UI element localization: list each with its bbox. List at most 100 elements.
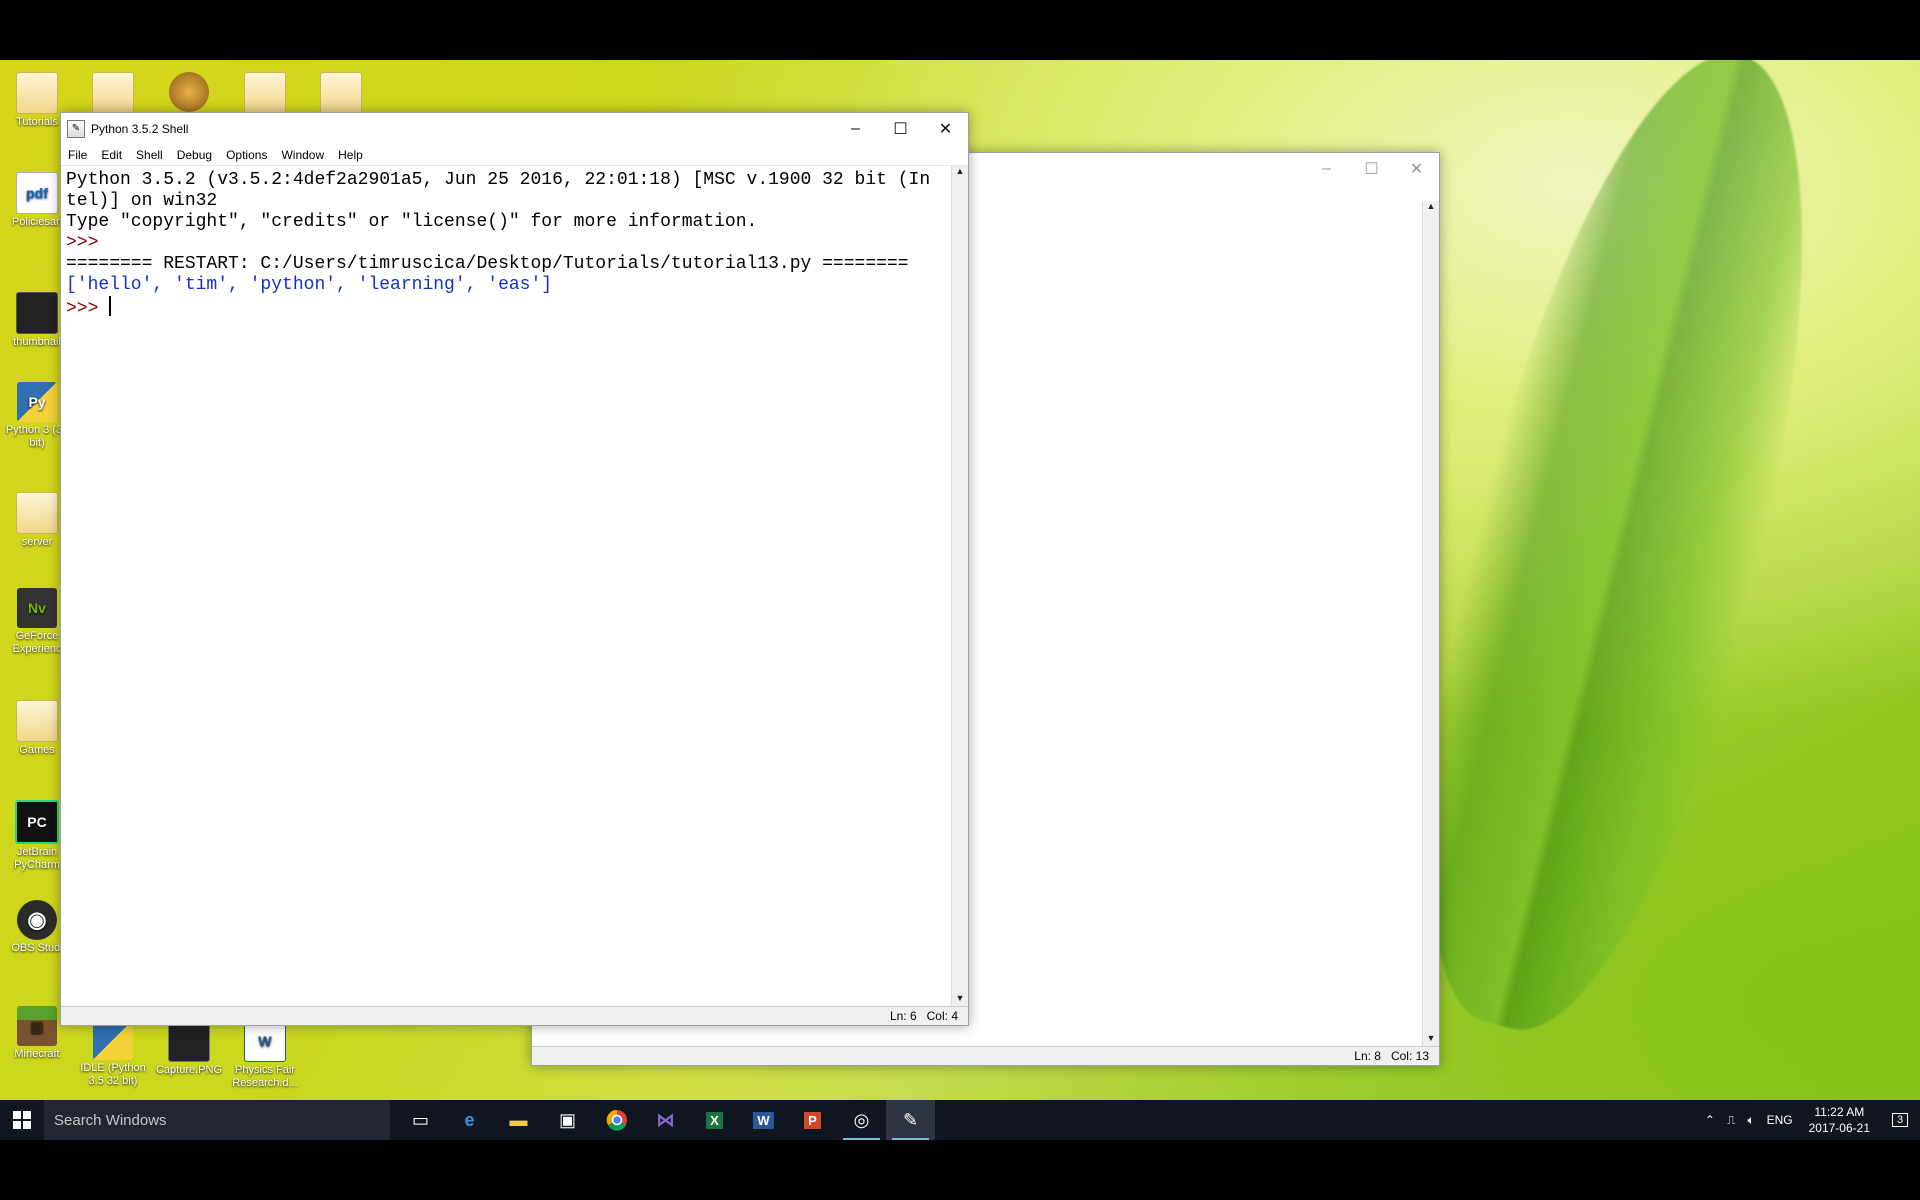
menubar: File Edit Shell Debug Options Window Hel… xyxy=(61,145,968,166)
desktop-icon-folder-top-1[interactable] xyxy=(78,72,148,116)
system-tray: ⌃ ⎍ 🔈︎ ENG 11:22 AM 2017-06-21 3 xyxy=(1699,1100,1920,1140)
pdf-icon: pdf xyxy=(16,172,58,214)
taskbar-search-box[interactable]: Search Windows xyxy=(44,1100,390,1140)
menu-edit[interactable]: Edit xyxy=(94,148,129,162)
menu-window[interactable]: Window xyxy=(274,148,331,162)
excel-icon[interactable]: X xyxy=(690,1100,739,1140)
scroll-up-icon[interactable]: ▲ xyxy=(952,166,968,180)
minecraft-icon: ▦ xyxy=(17,1006,57,1046)
banner-line-2: tel)] on win32 xyxy=(66,191,218,211)
powerpoint-glyph: P xyxy=(804,1111,821,1129)
obs-icon[interactable]: ◎ xyxy=(837,1100,886,1140)
desktop-icon-capture[interactable]: Capture.PNG xyxy=(154,1020,224,1077)
close-icon[interactable]: ✕ xyxy=(923,113,968,145)
scroll-down-icon[interactable]: ▼ xyxy=(952,993,968,1007)
menu-options[interactable]: Options xyxy=(219,148,274,162)
window-title: Python 3.5.2 Shell xyxy=(91,122,189,136)
windows-logo-icon xyxy=(13,1111,31,1129)
folder-icon xyxy=(16,700,58,742)
input-line[interactable]: >>> xyxy=(66,296,947,320)
shell-line-status: Ln: 6 xyxy=(889,1009,917,1023)
scroll-down-icon[interactable]: ▼ xyxy=(1423,1033,1439,1047)
excel-glyph: X xyxy=(706,1111,723,1129)
clock-date: 2017-06-21 xyxy=(1808,1121,1870,1135)
word-document-icon: W xyxy=(244,1020,286,1062)
powerpoint-icon[interactable]: P xyxy=(788,1100,837,1140)
shell-scrollbar[interactable]: ▲ ▼ xyxy=(951,166,968,1007)
prompt-line-2: >>> xyxy=(66,299,110,319)
letterbox-top xyxy=(0,0,1920,60)
folder-icon xyxy=(244,72,286,114)
shell-text-area[interactable]: Python 3.5.2 (v3.5.2:4def2a2901a5, Jun 2… xyxy=(61,166,952,1007)
desktop: Tutorials pdf Policiesan thumbnail Py Py… xyxy=(0,60,1920,1100)
folder-icon xyxy=(92,72,134,114)
minimize-icon[interactable]: – xyxy=(833,113,878,145)
network-icon[interactable]: ⎍ xyxy=(1727,1113,1735,1128)
desktop-icon-physics-fair[interactable]: W Physics Fair Research.d... xyxy=(230,1020,300,1090)
editor-scrollbar[interactable]: ▲ ▼ xyxy=(1422,201,1439,1047)
desktop-icon-top-2[interactable] xyxy=(154,72,224,114)
desktop-icon-idle[interactable]: IDLE (Python 3.5 32 bit) xyxy=(78,1020,148,1088)
volume-icon[interactable]: 🔈︎ xyxy=(1747,1113,1754,1128)
shell-window-controls: – ☐ ✕ xyxy=(833,113,968,145)
text-cursor xyxy=(109,296,112,316)
app-octagon-icon xyxy=(169,72,209,112)
menu-debug[interactable]: Debug xyxy=(170,148,219,162)
folder-icon xyxy=(16,492,58,534)
close-icon[interactable]: ✕ xyxy=(1394,153,1439,185)
desktop-icon-folder-top-4[interactable] xyxy=(306,72,376,116)
search-placeholder: Search Windows xyxy=(54,1111,167,1129)
python-shell-window[interactable]: ✎ Python 3.5.2 Shell – ☐ ✕ File Edit She… xyxy=(60,112,969,1026)
minimize-icon[interactable]: – xyxy=(1304,153,1349,185)
idle-app-icon: ✎ xyxy=(67,120,85,138)
folder-icon xyxy=(16,72,58,114)
chrome-icon[interactable] xyxy=(592,1100,641,1140)
editor-col-status: Col: 13 xyxy=(1390,1049,1429,1063)
restart-line: ======== RESTART: C:/Users/timruscica/De… xyxy=(66,254,909,274)
clock-time: 11:22 AM xyxy=(1814,1105,1865,1119)
action-center-icon[interactable]: 3 xyxy=(1880,1100,1920,1140)
visual-studio-icon[interactable]: ⋈ xyxy=(641,1100,690,1140)
store-icon[interactable]: ▣ xyxy=(543,1100,592,1140)
letterbox-bottom xyxy=(0,1140,1920,1200)
shell-statusbar: Ln: 6 Col: 4 xyxy=(61,1006,968,1025)
shell-col-status: Col: 4 xyxy=(926,1009,958,1023)
maximize-icon[interactable]: ☐ xyxy=(1349,153,1394,185)
idle-icon[interactable]: ✎ xyxy=(886,1100,935,1140)
banner-line-3: Type "copyright", "credits" or "license(… xyxy=(66,212,758,232)
folder-icon xyxy=(320,72,362,114)
taskbar-apps: ▭ e ▬ ▣ ⋈ X W P ◎ ✎ xyxy=(396,1100,935,1140)
taskbar: Search Windows ▭ e ▬ ▣ ⋈ X W P ◎ ✎ ⌃ ⎍ 🔈… xyxy=(0,1100,1920,1140)
python-icon: Py xyxy=(17,382,57,422)
edge-icon[interactable]: e xyxy=(445,1100,494,1140)
maximize-icon[interactable]: ☐ xyxy=(878,113,923,145)
language-indicator[interactable]: ENG xyxy=(1767,1113,1793,1127)
geforce-icon: Nv xyxy=(17,588,57,628)
word-glyph: W xyxy=(753,1111,774,1129)
desktop-icon-folder-top-3[interactable] xyxy=(230,72,300,116)
menu-file[interactable]: File xyxy=(61,148,94,162)
menu-shell[interactable]: Shell xyxy=(129,148,170,162)
start-button[interactable] xyxy=(0,1100,44,1140)
image-file-icon xyxy=(168,1020,210,1062)
notification-count: 3 xyxy=(1891,1113,1909,1127)
editor-line-status: Ln: 8 xyxy=(1354,1049,1381,1063)
leaf-wallpaper xyxy=(1363,60,1877,1060)
word-icon[interactable]: W xyxy=(739,1100,788,1140)
task-view-icon[interactable]: ▭ xyxy=(396,1100,445,1140)
menu-help[interactable]: Help xyxy=(331,148,370,162)
prompt-line-1: >>> xyxy=(66,233,110,253)
idle-python-icon xyxy=(93,1020,133,1060)
obs-icon: ◉ xyxy=(17,900,57,940)
banner-line-1: Python 3.5.2 (v3.5.2:4def2a2901a5, Jun 2… xyxy=(66,170,931,190)
editor-window-controls: – ☐ ✕ xyxy=(1304,153,1439,185)
chevron-up-icon[interactable]: ⌃ xyxy=(1705,1113,1715,1127)
pycharm-icon: PC xyxy=(15,800,59,844)
shell-titlebar[interactable]: ✎ Python 3.5.2 Shell – ☐ ✕ xyxy=(61,113,968,145)
result-line: ['hello', 'tim', 'python', 'learning', '… xyxy=(66,275,553,295)
scroll-up-icon[interactable]: ▲ xyxy=(1423,201,1439,215)
editor-statusbar: Ln: 8 Col: 13 xyxy=(532,1046,1439,1065)
file-explorer-icon[interactable]: ▬ xyxy=(494,1100,543,1140)
image-thumbnail-icon xyxy=(16,292,58,334)
clock[interactable]: 11:22 AM 2017-06-21 xyxy=(1809,1104,1870,1136)
